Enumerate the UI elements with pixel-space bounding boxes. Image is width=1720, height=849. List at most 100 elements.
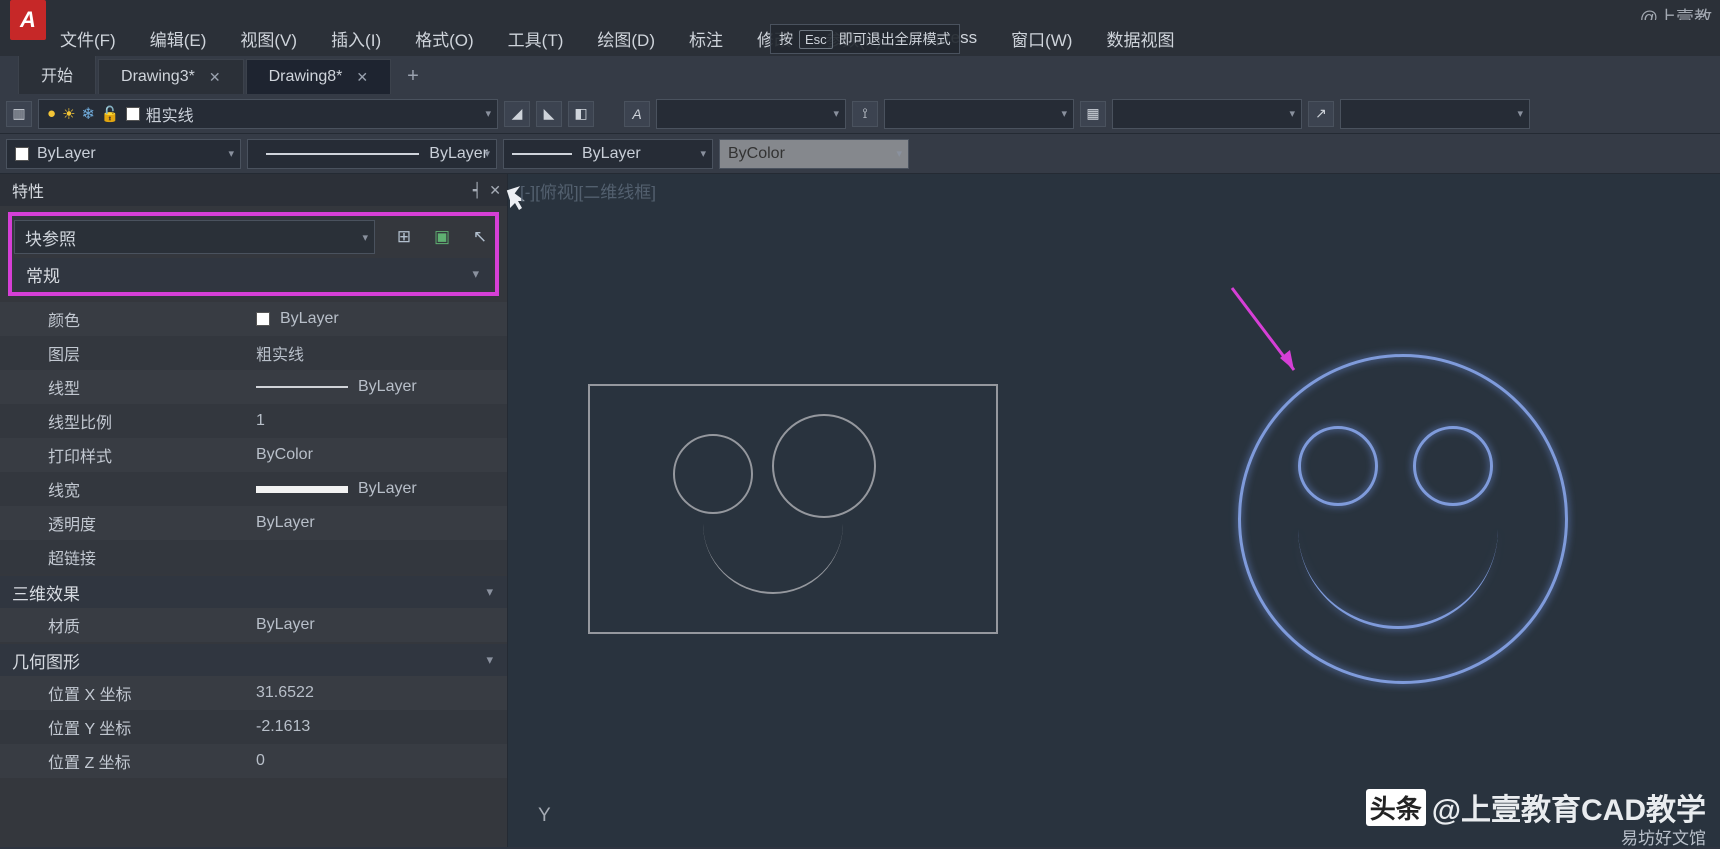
layer-dropdown[interactable]: ● ☀ ❄ 🔓 粗实线 ▾ xyxy=(38,99,498,129)
mleader-button[interactable]: ↗ xyxy=(1308,101,1334,127)
menu-view[interactable]: 视图(V) xyxy=(240,26,297,51)
esc-prefix: 按 xyxy=(779,29,793,49)
lineweight-value: ByLayer xyxy=(582,145,641,163)
esc-suffix: 即可退出全屏模式 xyxy=(839,29,951,49)
section-geometry[interactable]: 几何图形 ▾ xyxy=(0,644,507,676)
mleader-dropdown[interactable]: ▾ xyxy=(1340,99,1530,129)
prop-ltscale-value[interactable]: 1 xyxy=(250,412,507,430)
layer-match-button[interactable]: ◧ xyxy=(568,101,594,127)
document-tab-bar: 开始 Drawing3*✕ Drawing8* ✕ + xyxy=(0,56,1720,94)
quickselect-icon[interactable]: ⊞ xyxy=(391,224,417,250)
chevron-down-icon: ▾ xyxy=(362,231,368,244)
chevron-down-icon: ▾ xyxy=(833,107,839,120)
chevron-down-icon: ▾ xyxy=(896,147,902,160)
menu-tools[interactable]: 工具(T) xyxy=(508,26,564,51)
color-swatch-icon xyxy=(15,147,29,161)
section-3d[interactable]: 三维效果 ▾ xyxy=(0,576,507,608)
menu-insert[interactable]: 插入(I) xyxy=(331,26,381,51)
dimstyle-button[interactable]: ⟟ xyxy=(852,101,878,127)
menu-draw[interactable]: 绘图(D) xyxy=(597,26,655,51)
tablestyle-dropdown[interactable]: ▾ xyxy=(1112,99,1302,129)
dimstyle-dropdown[interactable]: ▾ xyxy=(884,99,1074,129)
app-logo: A xyxy=(10,0,46,40)
prop-material-label: 材质 xyxy=(0,613,250,637)
toutiao-logo: 头条 xyxy=(1366,789,1426,826)
textstyle-dropdown[interactable]: ▾ xyxy=(656,99,846,129)
prop-plotstyle-value[interactable]: ByColor xyxy=(250,446,507,464)
lineweight-dropdown[interactable]: ByLayer ▾ xyxy=(503,139,713,169)
properties-panel: 特性 ┥ ✕ 块参照 ▾ ⊞ ▣ ↖ 常规 ▾ xyxy=(0,174,508,847)
esc-key-icon: Esc xyxy=(799,30,833,49)
chevron-down-icon: ▾ xyxy=(1517,107,1523,120)
lw-sample-icon xyxy=(256,486,348,493)
tab-drawing3[interactable]: Drawing3*✕ xyxy=(98,59,244,94)
prop-hyperlink-label: 超链接 xyxy=(0,545,250,569)
prop-plotstyle-label: 打印样式 xyxy=(0,443,250,467)
panel-title-text: 特性 xyxy=(12,178,44,202)
lw-sample-icon xyxy=(512,153,572,155)
tab-start[interactable]: 开始 xyxy=(18,53,96,94)
tablestyle-button[interactable]: ▦ xyxy=(1080,101,1106,127)
menu-file[interactable]: 文件(F) xyxy=(60,26,116,51)
menu-dimension[interactable]: 标注 xyxy=(689,26,723,51)
prop-posx-value[interactable]: 31.6522 xyxy=(250,684,507,702)
viewport-label[interactable]: [-][俯视][二维线框] xyxy=(520,178,656,203)
menu-format[interactable]: 格式(O) xyxy=(415,26,474,51)
select-objects-icon[interactable]: ↖ xyxy=(467,224,493,250)
tab-label: Drawing8* xyxy=(269,68,343,86)
linetype-value: ByLayer xyxy=(429,145,488,163)
watermark-sub: 易坊好文馆 xyxy=(1621,824,1706,849)
prop-transparency-value[interactable]: ByLayer xyxy=(250,514,507,532)
prop-material-value[interactable]: ByLayer xyxy=(250,616,507,634)
close-icon[interactable]: ✕ xyxy=(209,69,221,86)
section-title: 常规 xyxy=(26,262,60,287)
menu-window[interactable]: 窗口(W) xyxy=(1011,26,1072,51)
close-icon[interactable]: ✕ xyxy=(356,69,368,86)
chevron-down-icon: ▾ xyxy=(1061,107,1067,120)
layer-state-button[interactable]: ◢ xyxy=(504,101,530,127)
tab-drawing8[interactable]: Drawing8* ✕ xyxy=(246,59,392,94)
panel-title: 特性 ┥ ✕ xyxy=(0,174,507,206)
prop-linetype-value[interactable]: ByLayer xyxy=(250,378,507,396)
color-dropdown[interactable]: ByLayer ▾ xyxy=(6,139,241,169)
lock-icon: 🔓 xyxy=(101,105,120,123)
toolbar-row-2: ByLayer ▾ ByLayer ▾ ByLayer ▾ ByColor ▾ xyxy=(0,134,1720,174)
prop-transparency-label: 透明度 xyxy=(0,511,250,535)
prop-color-value[interactable]: ByLayer xyxy=(250,310,507,328)
chevron-down-icon: ▾ xyxy=(472,266,479,282)
new-tab-button[interactable]: + xyxy=(393,59,433,94)
prop-posz-value[interactable]: 0 xyxy=(250,752,507,770)
color-swatch-icon xyxy=(126,107,140,121)
prop-posy-value[interactable]: -2.1613 xyxy=(250,718,507,736)
prop-lw-value[interactable]: ByLayer xyxy=(250,480,507,498)
selection-type-dropdown[interactable]: 块参照 ▾ xyxy=(14,220,375,254)
drawing-circle-right-eye xyxy=(772,414,876,518)
menu-dataview[interactable]: 数据视图 xyxy=(1106,26,1174,51)
chevron-down-icon: ▾ xyxy=(484,147,490,160)
pin-icon[interactable]: ┥ xyxy=(473,182,481,199)
linetype-dropdown[interactable]: ByLayer ▾ xyxy=(247,139,497,169)
layer-prev-button[interactable]: ◣ xyxy=(536,101,562,127)
prop-linetype-label: 线型 xyxy=(0,375,250,399)
prop-color-label: 颜色 xyxy=(0,307,250,331)
line-sample-icon xyxy=(266,153,419,155)
close-icon[interactable]: ✕ xyxy=(489,182,501,199)
layer-properties-button[interactable]: ▥ xyxy=(6,101,32,127)
menu-bar: 文件(F) 编辑(E) 视图(V) 插入(I) 格式(O) 工具(T) 绘图(D… xyxy=(0,20,1720,56)
freeze-icon: ❄ xyxy=(82,104,95,124)
plotstyle-dropdown[interactable]: ByColor ▾ xyxy=(719,139,909,169)
prop-posy-label: 位置 Y 坐标 xyxy=(0,715,250,739)
chevron-down-icon: ▾ xyxy=(485,107,491,120)
drawing-canvas[interactable]: [-][俯视][二维线框] Y 头条 @上壹教育CAD教学 易坊好文馆 xyxy=(508,174,1720,847)
text-style-button[interactable]: A xyxy=(624,101,650,127)
prop-lw-label: 线宽 xyxy=(0,477,250,501)
pickadd-icon[interactable]: ▣ xyxy=(429,224,455,250)
chevron-down-icon: ▾ xyxy=(1289,107,1295,120)
toolbar-row-1: ▥ ● ☀ ❄ 🔓 粗实线 ▾ ◢ ◣ ◧ A ▾ ⟟ ▾ ▦ ▾ ↗ ▾ xyxy=(0,94,1720,134)
drawing-rectangle xyxy=(588,384,998,634)
menu-edit[interactable]: 编辑(E) xyxy=(150,26,207,51)
chevron-down-icon: ▾ xyxy=(486,652,493,668)
prop-layer-value[interactable]: 粗实线 xyxy=(250,341,507,365)
section-general[interactable]: 常规 ▾ xyxy=(14,258,493,290)
prop-posz-label: 位置 Z 坐标 xyxy=(0,749,250,773)
